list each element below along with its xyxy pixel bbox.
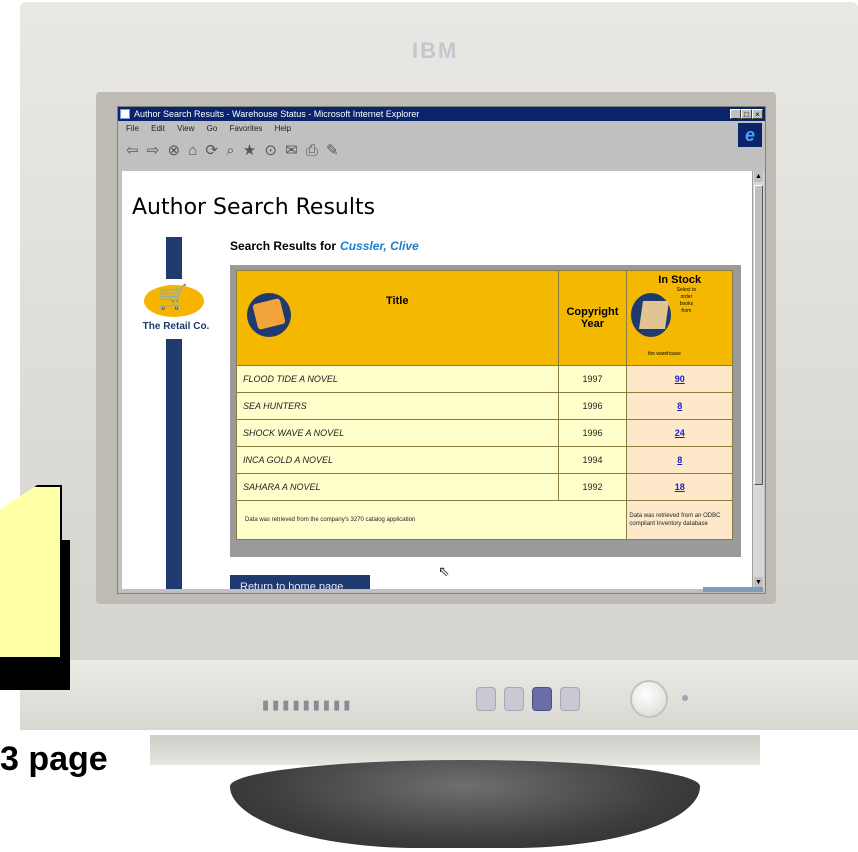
- scroll-up-icon[interactable]: ▲: [754, 171, 763, 182]
- monitor-control-button[interactable]: [560, 687, 580, 711]
- menu-view[interactable]: View: [177, 124, 194, 133]
- ie-logo-icon: e: [738, 123, 762, 147]
- book-title: SAHARA A NOVEL: [236, 473, 559, 501]
- return-home-button[interactable]: Return to home page: [230, 575, 370, 589]
- close-icon[interactable]: ×: [752, 109, 763, 119]
- author-name: Cussler, Clive: [340, 239, 419, 253]
- stock-column-label: In Stock: [658, 274, 702, 286]
- stock-link[interactable]: 8: [677, 401, 682, 411]
- menu-file[interactable]: File: [126, 124, 139, 133]
- stock-note: Select to order books from: [676, 287, 697, 314]
- book-title: SEA HUNTERS: [236, 392, 559, 420]
- table-row: FLOOD TIDE A NOVEL 1997 90: [236, 365, 733, 393]
- shopping-cart-icon: 🛒: [158, 284, 188, 311]
- vent-grille: ▮▮▮▮▮▮▮▮▮: [262, 697, 354, 712]
- book-year: 1994: [557, 446, 628, 474]
- page-title: Author Search Results: [132, 195, 376, 220]
- window-title: Author Search Results - Warehouse Status…: [134, 109, 420, 119]
- mouse-cursor-icon: ⇖: [438, 563, 450, 579]
- status-indicator: [703, 587, 763, 592]
- title-bar: Author Search Results - Warehouse Status…: [118, 107, 765, 121]
- stock-cell: 24: [626, 419, 733, 447]
- power-led: [682, 695, 688, 701]
- table-row: SAHARA A NOVEL 1992 18: [236, 473, 733, 501]
- book-year: 1992: [557, 473, 628, 501]
- monitor-front-panel: [20, 660, 858, 730]
- column-header-stock: In Stock Select to order books from the …: [626, 270, 733, 366]
- stock-link[interactable]: 90: [675, 374, 685, 384]
- logo-text: The Retail Co.: [142, 321, 210, 332]
- table-row: SEA HUNTERS 1996 8: [236, 392, 733, 420]
- menu-edit[interactable]: Edit: [151, 124, 165, 133]
- stock-note-warehouse: the warehouse: [648, 351, 681, 357]
- brand-logo: IBM: [412, 38, 459, 63]
- book-title: SHOCK WAVE A NOVEL: [236, 419, 559, 447]
- monitor-control-button[interactable]: [532, 687, 552, 711]
- callout-shape: [0, 485, 62, 659]
- minimize-icon[interactable]: _: [730, 109, 741, 119]
- table-footer-row: Data was retrieved from the company's 32…: [235, 500, 733, 540]
- menu-help[interactable]: Help: [275, 124, 291, 133]
- menu-go[interactable]: Go: [207, 124, 218, 133]
- stock-cell: 18: [626, 473, 733, 501]
- search-label: Search Results for: [230, 239, 337, 253]
- book-year: 1997: [557, 365, 628, 393]
- table-row: SHOCK WAVE A NOVEL 1996 24: [236, 419, 733, 447]
- table-row: INCA GOLD A NOVEL 1994 8: [236, 446, 733, 474]
- stock-cell: 8: [626, 446, 733, 474]
- browser-window: Author Search Results - Warehouse Status…: [117, 106, 766, 594]
- book-year: 1996: [557, 392, 628, 420]
- menu-favorites[interactable]: Favorites: [230, 124, 263, 133]
- monitor-control-button[interactable]: [476, 687, 496, 711]
- slide-caption: 3 page: [0, 740, 108, 778]
- maximize-icon[interactable]: □: [741, 109, 752, 119]
- footer-note-catalog: Data was retrieved from the company's 32…: [235, 500, 628, 540]
- stock-cell: 90: [626, 365, 733, 393]
- power-button[interactable]: [630, 680, 668, 718]
- monitor-control-button[interactable]: [504, 687, 524, 711]
- results-table: Title Copyright Year In Stock Select to …: [235, 270, 733, 540]
- ie-window-icon: [120, 109, 130, 119]
- browser-toolbar[interactable]: ⇦ ⇨ ⊗ ⌂ ⟳ ⌕ ★ ⊙ ✉ ⎙ ✎: [126, 141, 341, 159]
- stock-link[interactable]: 24: [675, 428, 685, 438]
- scroll-thumb[interactable]: [754, 185, 763, 485]
- footer-note-inventory: Data was retrieved from an ODBC complian…: [626, 500, 733, 540]
- search-heading: Search Results for Cussler, Clive: [230, 239, 419, 253]
- stock-cell: 8: [626, 392, 733, 420]
- vertical-scrollbar[interactable]: ▲ ▼: [752, 171, 764, 589]
- page-content: Author Search Results 🛒 The Retail Co. S…: [122, 171, 752, 589]
- retail-logo: 🛒 The Retail Co.: [136, 279, 214, 339]
- column-header-year: Copyright Year: [557, 270, 628, 366]
- column-header-title: Title: [236, 270, 559, 366]
- stock-link[interactable]: 8: [677, 455, 682, 465]
- results-frame: Title Copyright Year In Stock Select to …: [230, 265, 741, 557]
- title-column-label: Title: [386, 295, 409, 307]
- table-header-row: Title Copyright Year In Stock Select to …: [236, 270, 733, 366]
- book-title: INCA GOLD A NOVEL: [236, 446, 559, 474]
- book-title: FLOOD TIDE A NOVEL: [236, 365, 559, 393]
- monitor-stand: [230, 760, 700, 848]
- menu-bar: File Edit View Go Favorites Help: [126, 124, 301, 133]
- warehouse-box-icon: [631, 293, 672, 337]
- book-year: 1996: [557, 419, 628, 447]
- stock-link[interactable]: 18: [675, 482, 685, 492]
